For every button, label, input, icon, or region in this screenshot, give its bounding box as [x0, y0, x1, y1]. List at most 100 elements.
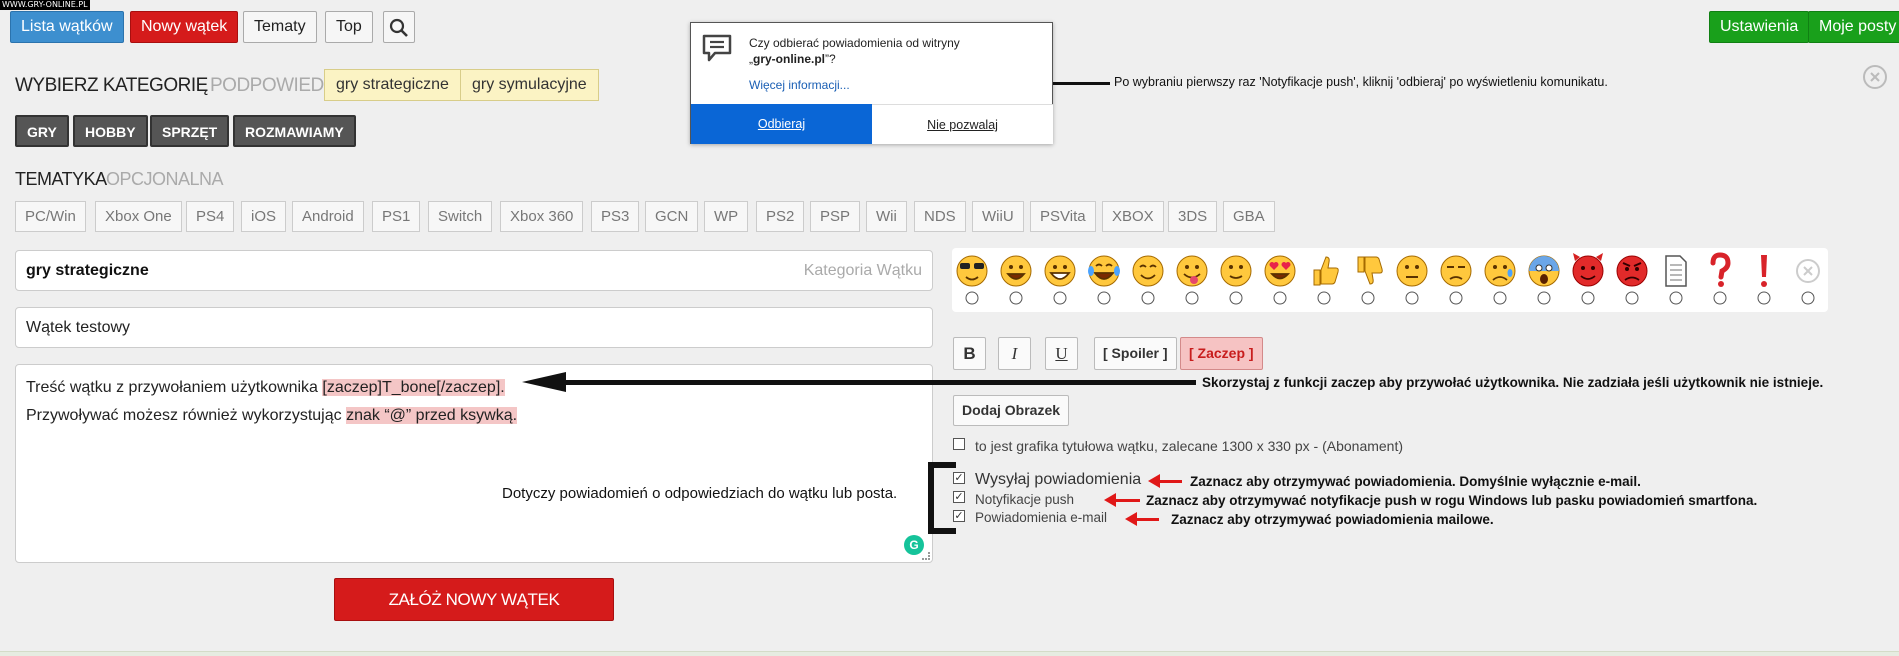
- devil-face-icon[interactable]: [1572, 253, 1604, 287]
- category-button-hardware[interactable]: SPRZĘT: [150, 115, 230, 147]
- category-input[interactable]: gry strategiczne Kategoria Wątku: [15, 250, 933, 291]
- popup-more-info-link[interactable]: Więcej informacji...: [749, 78, 850, 92]
- exclamation-mark-icon[interactable]: [1761, 255, 1767, 287]
- platform-chip[interactable]: Android: [292, 201, 364, 232]
- thumbs-up-icon[interactable]: [1313, 256, 1339, 286]
- thread-title-input[interactable]: Wątek testowy: [15, 307, 933, 348]
- platform-chip[interactable]: NDS: [914, 201, 966, 232]
- emoji-radio[interactable]: [1097, 291, 1111, 305]
- emoji-radio[interactable]: [1757, 291, 1771, 305]
- platform-chip[interactable]: iOS: [241, 201, 287, 232]
- thread-body-line: Przywoływać możesz również wykorzystując…: [26, 407, 518, 424]
- emoji-radio[interactable]: [1625, 291, 1639, 305]
- spoiler-button[interactable]: [ Spoiler ]: [1094, 337, 1177, 370]
- emoji-radio[interactable]: [1141, 291, 1155, 305]
- heart-eyes-face-icon[interactable]: [1264, 255, 1296, 287]
- category-button-games[interactable]: GRY: [15, 115, 69, 147]
- platform-chip[interactable]: PS1: [372, 201, 421, 232]
- push-notifications-checkbox[interactable]: ✓: [953, 491, 965, 503]
- platform-chip[interactable]: 3DS: [1168, 201, 1218, 232]
- notifications-about-note: Dotyczy powiadomień o odpowiedziach do w…: [502, 485, 898, 502]
- platform-chip[interactable]: XBOX: [1102, 201, 1164, 232]
- zaczep-button[interactable]: [ Zaczep ]: [1180, 337, 1263, 370]
- thread-list-button[interactable]: Lista wątków: [10, 11, 124, 43]
- emoji-radio[interactable]: [1581, 291, 1595, 305]
- big-grin-face-icon[interactable]: [1044, 255, 1076, 287]
- emoji-radio[interactable]: [1449, 291, 1463, 305]
- unamused-face-icon[interactable]: [1440, 255, 1472, 287]
- question-mark-icon[interactable]: [1710, 252, 1731, 287]
- topics-button[interactable]: Tematy: [243, 11, 317, 43]
- platform-chip[interactable]: WP: [704, 201, 749, 232]
- send-notifications-checkbox[interactable]: ✓: [953, 472, 965, 484]
- settings-button[interactable]: Ustawienia: [1709, 11, 1810, 43]
- emoji-radio[interactable]: [1273, 291, 1287, 305]
- grammarly-icon[interactable]: G: [904, 535, 924, 555]
- emoji-radio[interactable]: [1009, 291, 1023, 305]
- emoji-radio[interactable]: [1493, 291, 1507, 305]
- emoji-radio[interactable]: [1713, 291, 1727, 305]
- close-button[interactable]: [1863, 65, 1887, 89]
- emoji-radio[interactable]: [965, 291, 979, 305]
- emoji-radio[interactable]: [1669, 291, 1683, 305]
- hint-chip[interactable]: gry strategiczne: [324, 69, 461, 101]
- email-notifications-note: Zaznacz aby otrzymywać powiadomienia mai…: [1171, 512, 1494, 527]
- emoji-radio[interactable]: [1405, 291, 1419, 305]
- scream-face-icon[interactable]: [1528, 255, 1560, 287]
- no-emoji-icon[interactable]: [1796, 259, 1820, 283]
- platform-chip[interactable]: WiiU: [972, 201, 1024, 232]
- tears-of-joy-face-icon[interactable]: [1088, 255, 1120, 287]
- emoji-radio[interactable]: [1317, 291, 1331, 305]
- smile-face-icon[interactable]: [1132, 255, 1164, 287]
- grin-face-icon[interactable]: [1000, 255, 1032, 287]
- platform-chip[interactable]: Wii: [866, 201, 907, 232]
- cool-face-icon[interactable]: [956, 255, 988, 287]
- popup-deny-button[interactable]: Nie pozwalaj: [872, 104, 1053, 144]
- platform-chip[interactable]: Switch: [428, 201, 493, 232]
- popup-pointer-line: [1052, 82, 1110, 85]
- search-button[interactable]: [383, 11, 415, 43]
- emoji-radio[interactable]: [1053, 291, 1067, 305]
- title-graphic-checkbox[interactable]: [953, 438, 965, 450]
- thread-body-textarea[interactable]: Treść wątku z przywołaniem użytkownika […: [15, 364, 933, 563]
- platform-chip[interactable]: PC/Win: [15, 201, 86, 232]
- platform-chip[interactable]: PS3: [591, 201, 640, 232]
- add-image-button[interactable]: Dodaj Obrazek: [953, 395, 1070, 426]
- tongue-face-icon[interactable]: [1176, 255, 1208, 287]
- slight-smile-face-icon[interactable]: [1220, 255, 1252, 287]
- platform-chip[interactable]: PSP: [810, 201, 861, 232]
- emoji-radio[interactable]: [1229, 291, 1243, 305]
- platform-chip[interactable]: GBA: [1223, 201, 1275, 232]
- popup-accept-button[interactable]: Odbieraj: [691, 104, 872, 144]
- platform-chip[interactable]: PSVita: [1030, 201, 1096, 232]
- emoji-radio[interactable]: [1537, 291, 1551, 305]
- thread-title-value: Wątek testowy: [26, 319, 131, 336]
- platform-chip[interactable]: PS4: [186, 201, 235, 232]
- notifications-bracket: [928, 462, 956, 534]
- site-watermark: WWW.GRY-ONLINE.PL: [0, 0, 90, 10]
- thumbs-down-icon[interactable]: [1357, 256, 1383, 285]
- new-thread-button[interactable]: Nowy wątek: [130, 11, 239, 43]
- platform-chip[interactable]: PS2: [756, 201, 805, 232]
- email-notifications-checkbox[interactable]: ✓: [953, 510, 965, 522]
- create-thread-button[interactable]: ZAŁÓŻ NOWY WĄTEK: [334, 578, 614, 621]
- category-button-hobby[interactable]: HOBBY: [73, 115, 148, 147]
- document-icon[interactable]: [1665, 255, 1687, 287]
- emoji-radio[interactable]: [1185, 291, 1199, 305]
- resize-handle[interactable]: [922, 552, 930, 560]
- my-posts-button[interactable]: Moje posty: [1808, 11, 1899, 43]
- underline-button[interactable]: U: [1045, 337, 1078, 370]
- emoji-radio[interactable]: [1801, 291, 1815, 305]
- platform-chip[interactable]: Xbox One: [95, 201, 182, 232]
- italic-button[interactable]: I: [998, 337, 1031, 370]
- hint-chip[interactable]: gry symulacyjne: [460, 69, 599, 101]
- top-button[interactable]: Top: [325, 11, 373, 43]
- bold-button[interactable]: B: [953, 337, 986, 370]
- sad-face-icon[interactable]: [1484, 255, 1516, 287]
- angry-face-icon[interactable]: [1616, 255, 1648, 287]
- platform-chip[interactable]: GCN: [645, 201, 699, 232]
- neutral-face-icon[interactable]: [1396, 255, 1428, 287]
- emoji-radio[interactable]: [1361, 291, 1375, 305]
- category-button-chat[interactable]: ROZMAWIAMY: [233, 115, 356, 147]
- platform-chip[interactable]: Xbox 360: [500, 201, 584, 232]
